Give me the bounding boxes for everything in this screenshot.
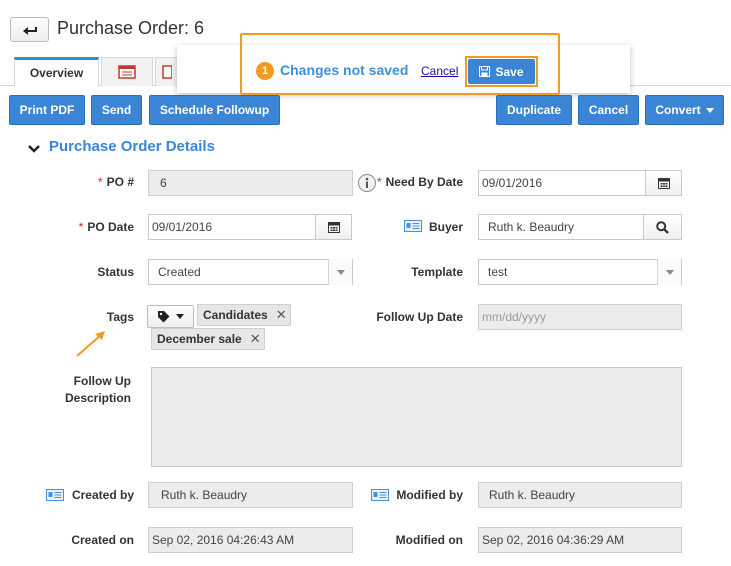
caret-down-icon	[176, 314, 184, 319]
po-number-field: 6	[148, 170, 353, 196]
collapse-chevron-icon[interactable]	[28, 141, 40, 159]
follow-up-description-label: Follow Up Description	[64, 374, 131, 405]
print-pdf-button[interactable]: Print PDF	[9, 95, 85, 125]
convert-button-label: Convert	[655, 103, 701, 117]
page-title: Purchase Order: 6	[57, 18, 205, 38]
duplicate-button[interactable]: Duplicate	[496, 95, 572, 125]
contact-card-icon	[404, 219, 422, 237]
status-label: Status	[97, 265, 134, 279]
buyer-label: Buyer	[428, 220, 463, 234]
tag-dropdown-button[interactable]	[147, 305, 194, 328]
calendar-tab-icon	[162, 65, 172, 79]
template-label: Template	[411, 265, 463, 279]
created-on-label: Created on	[71, 533, 134, 547]
po-date-field[interactable]: 09/01/2016	[148, 214, 316, 240]
modified-on-label: Modified on	[395, 533, 463, 547]
need-by-date-label: * Need By Date	[376, 175, 463, 189]
tab-overview[interactable]: Overview	[14, 57, 99, 86]
po-date-calendar-button[interactable]	[315, 214, 352, 240]
cancel-button[interactable]: Cancel	[578, 95, 639, 125]
changes-not-saved-text: Changes not saved	[280, 62, 409, 78]
caret-down-icon	[705, 107, 714, 113]
floppy-disk-icon	[479, 66, 491, 77]
follow-up-date-label: Follow Up Date	[376, 310, 463, 324]
modified-by-field: Ruth k. Beaudry	[478, 482, 682, 508]
calendar-icon	[327, 222, 340, 233]
dropdown-arrow-icon	[328, 259, 352, 285]
created-on-field: Sep 02, 2016 04:26:43 AM	[148, 527, 353, 553]
follow-up-description-textarea[interactable]	[151, 367, 682, 467]
send-button[interactable]: Send	[91, 95, 142, 125]
dropdown-arrow-icon	[657, 259, 681, 285]
tab-report[interactable]	[101, 57, 153, 86]
arrow-annotation-icon	[76, 331, 105, 357]
modified-by-label: Modified by	[396, 488, 463, 502]
back-button[interactable]	[10, 17, 49, 42]
buyer-search-button[interactable]	[643, 214, 682, 240]
section-title: Purchase Order Details	[49, 138, 215, 155]
buyer-field[interactable]: Ruth k. Beaudry	[478, 214, 644, 240]
status-select[interactable]: Created	[148, 259, 353, 285]
created-by-field: Ruth k. Beaudry	[148, 482, 353, 508]
tags-label: Tags	[106, 310, 134, 324]
required-marker: *	[78, 220, 84, 234]
template-value: test	[488, 265, 508, 279]
tag-label: Candidates	[203, 308, 268, 322]
tag-icon	[158, 311, 170, 323]
search-icon	[656, 220, 669, 234]
required-marker: *	[376, 175, 382, 189]
tag-chip: December sale ✕	[151, 328, 265, 350]
tag-label: December sale	[157, 332, 242, 346]
changes-count-badge: 1	[256, 62, 274, 80]
save-button-label: Save	[495, 64, 524, 79]
schedule-followup-button[interactable]: Schedule Followup	[149, 95, 280, 125]
report-icon	[118, 65, 136, 79]
remove-tag-icon[interactable]: ✕	[250, 331, 261, 347]
contact-card-icon	[371, 488, 389, 506]
notification-cancel-link[interactable]: Cancel	[421, 64, 458, 78]
status-value: Created	[158, 265, 201, 279]
contact-card-icon	[46, 488, 64, 506]
tab-calendar[interactable]	[155, 57, 179, 86]
convert-button[interactable]: Convert	[645, 95, 724, 125]
template-select[interactable]: test	[478, 259, 682, 285]
required-marker: *	[97, 175, 103, 189]
need-by-date-calendar-button[interactable]	[645, 170, 682, 196]
created-by-label: Created by	[71, 488, 134, 502]
back-arrow-icon	[22, 26, 37, 35]
tag-chip: Candidates ✕	[197, 304, 291, 326]
remove-tag-icon[interactable]: ✕	[276, 307, 287, 323]
po-date-label: * PO Date	[78, 220, 134, 234]
calendar-icon	[657, 178, 670, 189]
save-button[interactable]: Save	[468, 59, 535, 84]
modified-on-field: Sep 02, 2016 04:36:29 AM	[478, 527, 682, 553]
follow-up-date-field[interactable]: mm/dd/yyyy	[478, 304, 682, 330]
po-number-label: * PO #	[97, 175, 134, 189]
need-by-date-field[interactable]: 09/01/2016	[478, 170, 646, 196]
follow-up-date-placeholder: mm/dd/yyyy	[482, 310, 547, 324]
